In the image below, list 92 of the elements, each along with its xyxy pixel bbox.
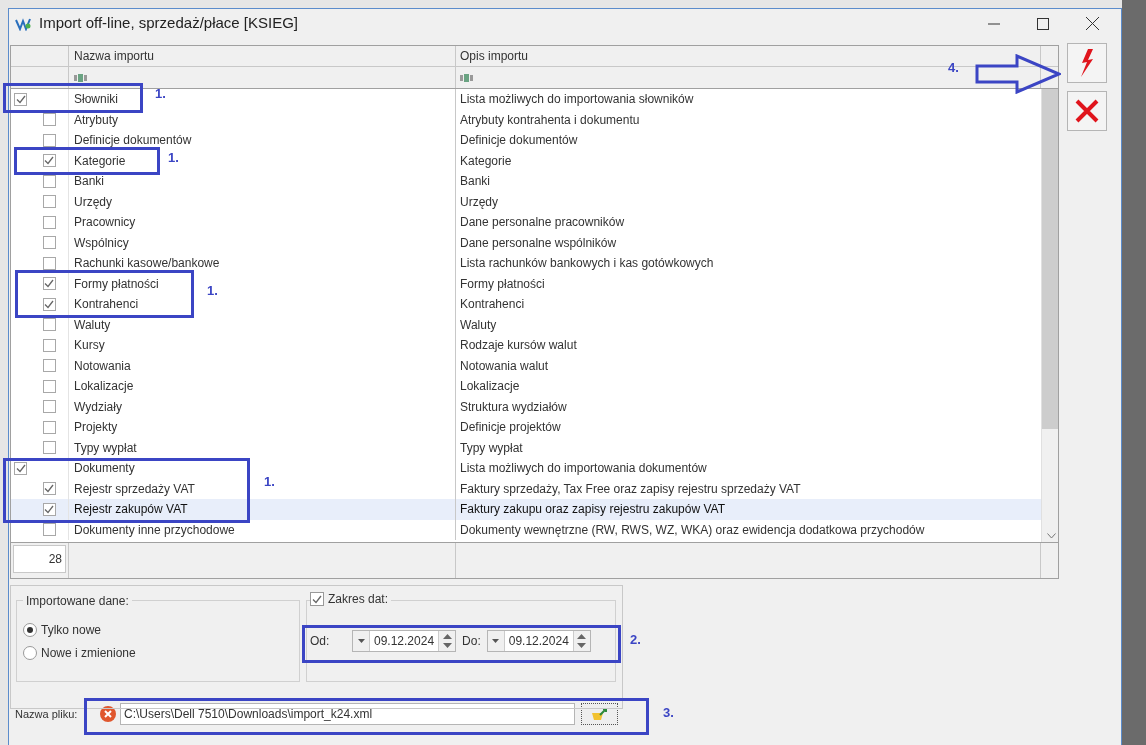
checkbox[interactable] <box>42 256 56 270</box>
cancel-button[interactable] <box>1067 91 1107 131</box>
radio-button[interactable] <box>23 623 37 637</box>
checkbox[interactable] <box>42 154 56 168</box>
maximize-icon[interactable] <box>1037 17 1049 30</box>
table-cell-text: Lista rachunków bankowych i kas gotówkowych <box>459 255 715 272</box>
checkbox[interactable] <box>42 277 56 291</box>
table-cell-text: Kategorie <box>459 152 513 170</box>
checkbox[interactable] <box>42 113 56 127</box>
table-cell-text: Lokalizacje <box>459 378 521 395</box>
window-title: Import off-line, sprzedaż/płace [KSIEG] <box>39 13 298 34</box>
row-count: 28 <box>13 545 66 573</box>
table-cell-text: Waluty <box>459 316 498 334</box>
annotation-number: 1. <box>155 86 166 102</box>
checkbox-label: Zakres dat: <box>328 591 389 608</box>
table-cell-text: Typy wypłat <box>459 439 524 457</box>
checkbox[interactable] <box>42 195 56 209</box>
table-cell-text: Definicje dokumentów <box>459 132 579 149</box>
table-cell-text: Dane personalne wspólników <box>459 234 618 252</box>
table-cell-text: Atrybuty kontrahenta i dokumentu <box>459 111 641 129</box>
date-value: 09.12.2024 <box>373 633 436 650</box>
checkbox[interactable] <box>14 461 27 475</box>
table-cell-text: Struktura wydziałów <box>459 398 568 416</box>
annotation-number: 2. <box>630 632 641 648</box>
table-cell: Rachunki kasowe/bankowe <box>69 253 456 274</box>
scrollbar[interactable] <box>1041 89 1058 542</box>
checkbox[interactable] <box>42 215 56 229</box>
checkbox[interactable] <box>42 379 56 393</box>
table-cell-text: Banki <box>459 173 492 190</box>
checkbox[interactable] <box>42 502 56 516</box>
table-cell-text: Faktury zakupu oraz zapisy rejestru zakupów VAT <box>459 501 726 518</box>
error-icon <box>100 706 116 722</box>
spinner-icon[interactable] <box>577 633 587 649</box>
table-cell-text: Lista możliwych do importowania słowników <box>459 91 695 108</box>
checkbox[interactable] <box>14 92 27 106</box>
field-label: Do: <box>462 633 481 650</box>
checkbox[interactable] <box>42 318 56 332</box>
filter-icon[interactable] <box>460 73 474 82</box>
table-cell-text: Dane personalne pracowników <box>459 214 626 231</box>
table-cell-text: Definicje projektów <box>459 419 562 436</box>
annotation-number: 1. <box>168 150 179 166</box>
table-cell: Banki <box>69 171 456 192</box>
annotation-number: 3. <box>663 705 674 721</box>
checkbox[interactable] <box>42 523 56 537</box>
table-cell: Pracownicy <box>69 212 456 233</box>
table-cell-text: Urzędy <box>459 193 499 211</box>
radio-label: Tylko nowe <box>41 622 102 639</box>
close-icon <box>1075 99 1099 123</box>
radio-button[interactable] <box>23 646 37 660</box>
checkbox[interactable] <box>42 420 56 434</box>
table-cell: Lokalizacje <box>69 376 456 397</box>
checkbox[interactable] <box>310 592 324 606</box>
checkbox[interactable] <box>42 482 56 496</box>
run-import-button[interactable] <box>1067 43 1107 83</box>
checkbox[interactable] <box>42 133 56 147</box>
scroll-down-icon[interactable] <box>1047 533 1056 539</box>
spinner-icon[interactable] <box>442 633 452 649</box>
folder-arrow-icon <box>590 707 609 721</box>
table-cell: Kontrahenci <box>69 294 456 315</box>
table-cell-text: Dokumenty wewnętrzne (RW, RWS, WZ, WKA) oraz ewidencja dodatkowa przychodów <box>459 521 926 539</box>
radio-label: Nowe i zmienione <box>41 645 136 662</box>
table-cell-text: Rodzaje kursów walut <box>459 337 578 354</box>
lightning-icon <box>1079 49 1095 77</box>
table-cell-text: Kontrahenci <box>459 296 526 313</box>
table-cell-text: Notowania walut <box>459 357 550 375</box>
table-cell: Rejestr zakupów VAT <box>69 499 456 520</box>
dropdown-icon[interactable] <box>492 639 500 643</box>
table-cell-text: Lista możliwych do importowania dokumentów <box>459 460 708 477</box>
checkbox[interactable] <box>42 441 56 455</box>
app-icon <box>15 16 33 31</box>
checkbox[interactable] <box>42 400 56 414</box>
filter-icon[interactable] <box>74 73 88 82</box>
checkbox[interactable] <box>42 359 56 373</box>
checkbox[interactable] <box>42 236 56 250</box>
checkbox[interactable] <box>42 338 56 352</box>
table-cell: Dokumenty inne przychodowe <box>69 519 456 540</box>
checkbox[interactable] <box>42 297 56 311</box>
table-cell: Kursy <box>69 335 456 356</box>
table-cell-text: Faktury sprzedaży, Tax Free oraz zapisy rejestru sprzedaży VAT <box>459 480 802 498</box>
close-icon[interactable] <box>1086 17 1099 30</box>
field-label: Od: <box>310 633 331 650</box>
dropdown-icon[interactable] <box>357 639 365 643</box>
date-picker[interactable]: 09.12.2024 <box>352 630 457 652</box>
browse-button[interactable] <box>581 703 618 725</box>
file-path-field[interactable]: C:\Users\Dell 7510\Downloads\import_k24.xml <box>120 703 575 725</box>
table-cell: Projekty <box>69 417 456 438</box>
table-cell: Definicje dokumentów <box>69 130 456 151</box>
date-picker[interactable]: 09.12.2024 <box>486 630 591 652</box>
column-header[interactable]: Nazwa importu <box>69 46 456 66</box>
date-value: 09.12.2024 <box>507 633 570 650</box>
table-cell-text: Formy płatności <box>459 275 546 293</box>
field-label: Nazwa pliku: <box>15 706 79 722</box>
